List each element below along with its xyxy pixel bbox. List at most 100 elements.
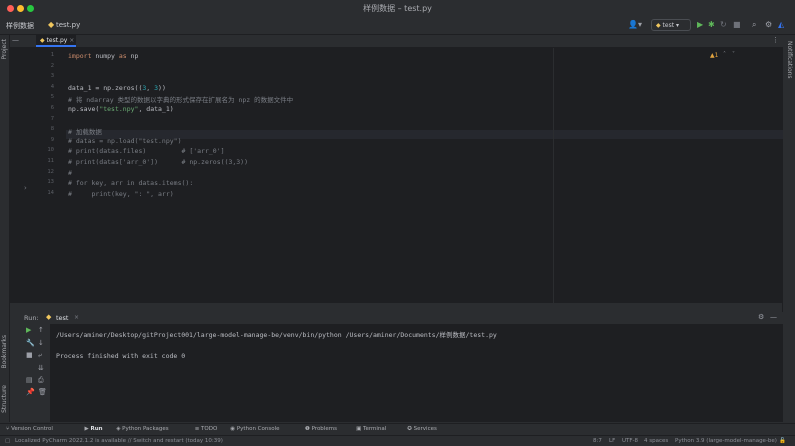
breadcrumb-project[interactable]: 样例数据 — [6, 21, 34, 31]
tool-run[interactable]: ▶ Run — [85, 426, 103, 432]
trash-icon[interactable]: 🗑 — [38, 388, 47, 396]
line-number: 5 — [50, 94, 54, 101]
code-editor[interactable]: 1 import numpy as np 2 3 4 data_1 = np.zeros(… — [10, 48, 783, 303]
pin-icon[interactable]: 📌 — [26, 388, 35, 396]
line-number: 6 — [50, 105, 54, 111]
tool-label: Terminal — [363, 426, 387, 432]
python-config-icon: ◆ — [656, 22, 661, 29]
gear-icon[interactable]: ⚙ — [758, 313, 764, 321]
tool-terminal[interactable]: ▣ Terminal — [356, 426, 386, 432]
code-line: # 将 ndarray 类型的数据以字典的形式保存在扩展名为 npz 的数据文件… — [68, 96, 294, 105]
line-number: 14 — [47, 189, 54, 196]
fold-arrow-icon[interactable]: › — [24, 184, 27, 192]
line-number: 3 — [50, 73, 54, 80]
tab-test-py[interactable]: ◆ test.py × — [36, 35, 76, 47]
window-title: 样例数据 – test.py — [363, 4, 432, 13]
code-line: # print(datas.files) # ['arr_0'] — [68, 147, 225, 156]
more-tabs-icon[interactable]: ⋮ — [772, 36, 779, 44]
tool-label: Python Packages — [122, 426, 169, 432]
close-run-tab-icon[interactable]: × — [74, 314, 79, 321]
line-number: 2 — [50, 62, 54, 69]
line-number: 8 — [50, 126, 54, 133]
line-number: 9 — [50, 136, 54, 143]
line-number: 1 — [50, 52, 54, 58]
run-panel-title: Run: — [24, 314, 39, 322]
python-file-icon: ◆ — [40, 37, 45, 44]
python-config-icon: ◆ — [46, 313, 52, 321]
code-line: data_1 = np.zeros((3, 3)) — [68, 83, 166, 92]
tool-python-packages[interactable]: ◈ Python Packages — [116, 426, 168, 432]
search-icon[interactable]: ⌕ — [752, 20, 756, 30]
structure-tool-label[interactable]: Structure — [1, 385, 8, 413]
code-line: # for key, arr in datas.items(): — [68, 179, 194, 188]
run-icon[interactable]: ▶ — [697, 20, 703, 29]
scroll-to-end-icon[interactable]: ⇊ — [38, 364, 44, 372]
tool-icon: ❶ — [304, 426, 312, 432]
code-line: # print(key, ": ", arr) — [68, 189, 174, 198]
chevron-down-icon[interactable]: ˅ — [732, 51, 735, 58]
chevron-down-icon: ▾ — [676, 22, 680, 29]
stop-icon[interactable]: ■ — [26, 351, 33, 359]
python-interpreter[interactable]: Python 3.9 (large-model-manage-be) — [675, 438, 777, 444]
right-margin-guide — [553, 48, 554, 303]
ide-window: 样例数据 – test.py 样例数据 ◆ test.py 👤▾ ◆ test … — [0, 0, 795, 446]
toolbar: 样例数据 ◆ test.py 👤▾ ◆ test ▾ ▶ ✱ ↻ ■ ⌕ ⚙ ◭ — [0, 17, 795, 35]
minimize-panel-icon[interactable]: — — [770, 313, 777, 321]
tool-todo[interactable]: ≡ TODO — [195, 426, 218, 432]
bookmarks-tool-label[interactable]: Bookmarks — [1, 335, 8, 369]
vcs-user-icon[interactable]: 👤▾ — [628, 20, 642, 29]
up-arrow-icon[interactable]: ↑ — [38, 326, 44, 334]
tool-label: Python Console — [236, 426, 280, 432]
run-tab[interactable]: test — [56, 314, 68, 322]
warnings-indicator[interactable]: ▲1 — [710, 52, 718, 59]
tool-label: TODO — [201, 426, 218, 432]
tool-problems[interactable]: ❶ Problems — [305, 426, 337, 432]
bottom-tool-bar: ⑂ Version Control ▶ Run ◈ Python Packages ≡… — [0, 423, 795, 435]
tool-version-control[interactable]: ⑂ Version Control — [6, 426, 53, 432]
notifications-tool-label[interactable]: Notifications — [786, 41, 793, 79]
run-panel-header: Run: ◆ test × ⚙ — — [10, 312, 783, 324]
right-tool-strip: Notifications — [782, 35, 795, 422]
left-tool-strip: Project Bookmarks Structure — [0, 35, 10, 422]
project-tool-label[interactable]: Project — [1, 39, 8, 60]
print-icon[interactable]: ⎙ — [38, 376, 44, 385]
code-line: import numpy as np — [68, 52, 139, 60]
stop-icon[interactable]: ■ — [733, 20, 741, 29]
tool-icon: ▣ — [356, 426, 364, 432]
line-number: 4 — [50, 83, 54, 90]
down-arrow-icon[interactable]: ↓ — [38, 339, 44, 347]
status-message[interactable]: Localized PyCharm 2022.1.2 is available … — [15, 438, 223, 444]
tool-python-console[interactable]: ◉ Python Console — [230, 426, 279, 432]
wrench-icon[interactable]: 🔧 — [26, 339, 35, 347]
status-bar: ▢ Localized PyCharm 2022.1.2 is availabl… — [0, 435, 795, 446]
lock-icon[interactable]: 🔓 — [779, 438, 786, 444]
code-line: # print(datas['arr_0']) # np.zeros((3,3)… — [68, 158, 249, 166]
run-config-selector[interactable]: ◆ test ▾ — [651, 19, 691, 31]
gear-icon[interactable]: ⚙ — [765, 20, 772, 29]
layout-icon[interactable]: ▤ — [26, 376, 33, 384]
chevron-up-icon[interactable]: ˄ — [723, 51, 726, 58]
close-tab-icon[interactable]: × — [69, 37, 74, 44]
editor-tab-bar: — ◆ test.py × ⋮ — [10, 35, 783, 48]
debug-icon[interactable]: ✱ — [708, 20, 715, 29]
project-collapse-icon[interactable]: — — [12, 36, 19, 44]
indent-setting[interactable]: 4 spaces — [644, 438, 668, 444]
layout-toggle-icon[interactable]: ▢ — [5, 438, 10, 444]
jetbrains-logo-icon[interactable]: ◭ — [778, 20, 784, 29]
line-number: 7 — [50, 115, 54, 122]
title-bar: 样例数据 – test.py — [0, 0, 795, 17]
run-console[interactable]: /Users/aminer/Desktop/gitProject001/larg… — [10, 324, 783, 422]
run-config-label: test — [662, 22, 675, 29]
code-line: # 加载数据 — [68, 128, 102, 137]
line-separator[interactable]: LF — [609, 438, 615, 444]
rerun-icon[interactable]: ▶ — [26, 326, 31, 334]
tool-services[interactable]: ✪ Services — [407, 426, 437, 432]
run-actions-strip: ▶ 🔧 ■ ↑ ↓ ⤶ ⇊ ▤ ⎙ 📌 🗑 — [10, 324, 50, 422]
soft-wrap-icon[interactable]: ⤶ — [38, 351, 42, 360]
breadcrumb-file[interactable]: test.py — [56, 21, 80, 29]
file-encoding[interactable]: UTF-8 — [622, 438, 638, 444]
code-line: # datas = np.load("test.npy") — [68, 136, 182, 145]
coverage-icon[interactable]: ↻ — [720, 20, 727, 29]
caret-position[interactable]: 8:7 — [593, 438, 602, 444]
line-number: 12 — [47, 168, 54, 175]
